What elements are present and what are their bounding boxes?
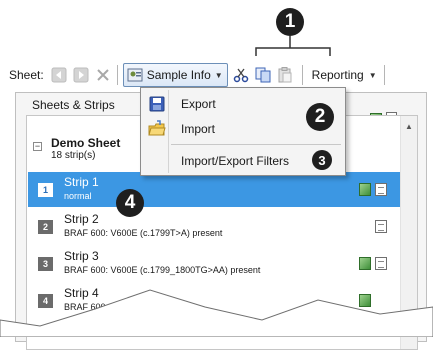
torn-edge-decoration <box>0 289 433 337</box>
